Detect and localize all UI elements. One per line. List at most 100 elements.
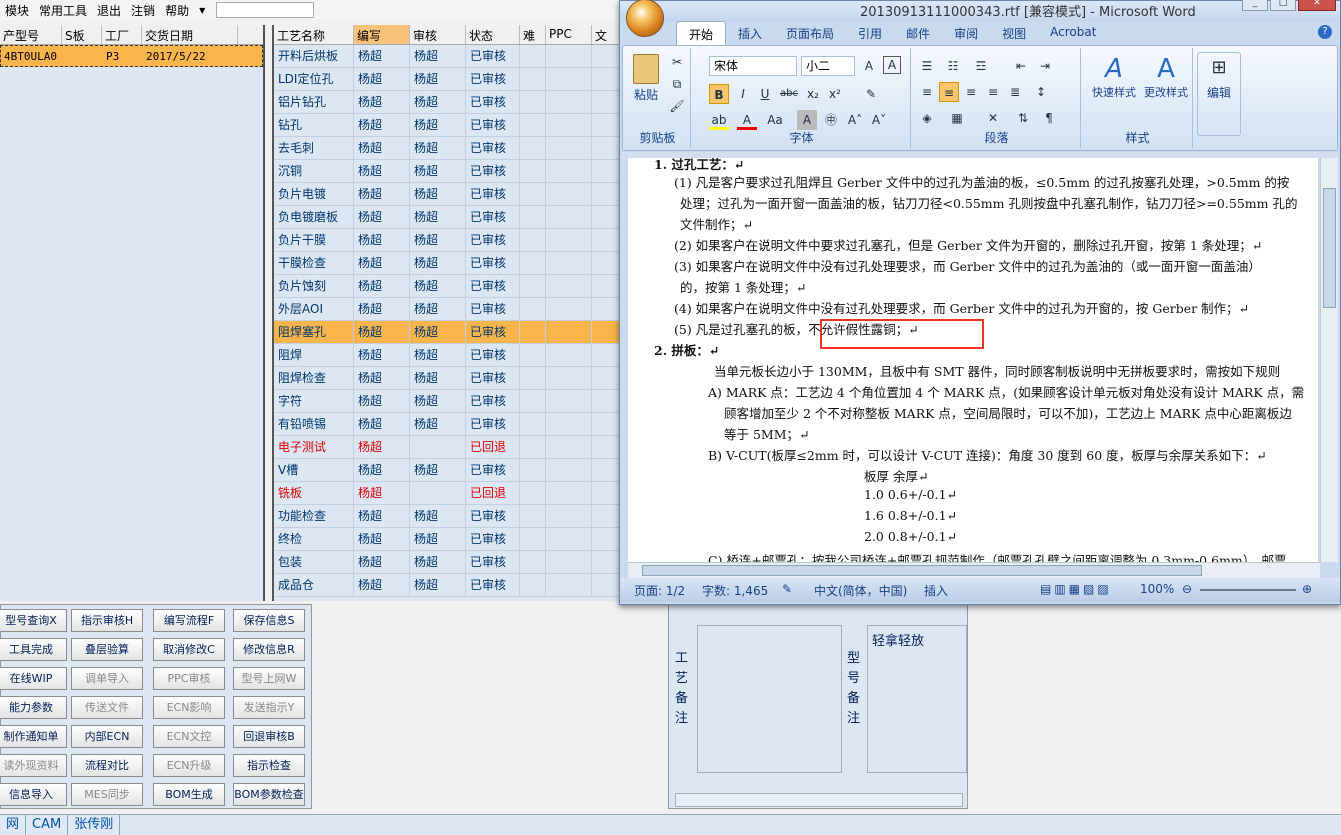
cut-icon[interactable]: ✂ xyxy=(667,52,687,72)
superscript-icon[interactable]: x² xyxy=(825,84,845,104)
font-color-icon[interactable]: A xyxy=(737,110,757,130)
table-row[interactable]: 阻焊塞孔 杨超 杨超 已审核 xyxy=(274,321,622,344)
menu-exit[interactable]: 退出 xyxy=(92,2,126,19)
shading-icon[interactable]: ◈ xyxy=(917,108,937,128)
word-count[interactable]: 字数: 1,465 xyxy=(702,582,768,599)
table-row[interactable]: 4BT0ULA0 P3 2017/5/22 xyxy=(0,45,263,67)
distribute-icon[interactable]: ≣ xyxy=(1005,82,1025,102)
col-status[interactable]: 状态 xyxy=(466,25,520,44)
format-painter-icon[interactable]: 🖌 xyxy=(667,96,687,116)
grow-font-icon[interactable]: A xyxy=(859,56,879,76)
table-row[interactable]: 有铅喷锡 杨超 杨超 已审核 xyxy=(274,413,622,436)
underline-icon[interactable]: U xyxy=(755,84,775,104)
action-button[interactable]: 指示审核H xyxy=(71,609,143,632)
bold-icon[interactable]: B xyxy=(709,84,729,104)
table-row[interactable]: LDI定位孔 杨超 杨超 已审核 xyxy=(274,68,622,91)
table-row[interactable]: 去毛刺 杨超 杨超 已审核 xyxy=(274,137,622,160)
action-button[interactable]: 内部ECN xyxy=(71,725,143,748)
help-icon[interactable]: ? xyxy=(1318,25,1332,39)
page-count[interactable]: 页面: 1/2 xyxy=(634,582,685,599)
menu-module[interactable]: 模块 xyxy=(0,2,34,19)
col-model[interactable]: 产型号 xyxy=(0,25,62,44)
action-button[interactable]: 型号查询X xyxy=(0,609,67,632)
table-row[interactable]: 字符 杨超 杨超 已审核 xyxy=(274,390,622,413)
close-icon[interactable]: ✕ xyxy=(1298,0,1336,11)
subscript-icon[interactable]: x₂ xyxy=(803,84,823,104)
italic-icon[interactable]: I xyxy=(733,84,753,104)
action-button[interactable]: ECN升级 xyxy=(153,754,225,777)
copy-icon[interactable]: ⧉ xyxy=(667,74,687,94)
table-row[interactable]: 负片干膜 杨超 杨超 已审核 xyxy=(274,229,622,252)
tab-references[interactable]: 引用 xyxy=(846,21,894,45)
zoom-slider[interactable] xyxy=(1200,589,1296,591)
tab-layout[interactable]: 页面布局 xyxy=(774,21,846,45)
action-button[interactable]: 流程对比 xyxy=(71,754,143,777)
col-doc[interactable]: 文 xyxy=(592,25,622,44)
tab-acrobat[interactable]: Acrobat xyxy=(1038,21,1108,45)
action-button[interactable]: 型号上网W xyxy=(233,667,305,690)
char-border-icon[interactable]: A xyxy=(883,56,901,74)
bullets-icon[interactable]: ☰ xyxy=(917,56,937,76)
table-row[interactable]: 负电镀磨板 杨超 杨超 已审核 xyxy=(274,206,622,229)
language[interactable]: 中文(简体，中国) xyxy=(814,582,907,599)
menu-tools[interactable]: 常用工具 xyxy=(34,2,92,19)
font-size-select[interactable]: 小二 xyxy=(801,56,855,76)
tab-home[interactable]: 开始 xyxy=(676,21,727,45)
table-row[interactable]: 终检 杨超 杨超 已审核 xyxy=(274,528,622,551)
group-editing[interactable]: ⊞ 编辑 xyxy=(1197,52,1241,136)
char-shading-icon[interactable]: A xyxy=(797,110,817,130)
highlight-icon[interactable]: ab xyxy=(709,110,729,130)
action-button[interactable]: 回退审核B xyxy=(233,725,305,748)
table-row[interactable]: 钻孔 杨超 杨超 已审核 xyxy=(274,114,622,137)
hscroll-thumb[interactable] xyxy=(642,565,1202,576)
justify-icon[interactable]: ≡ xyxy=(983,82,1003,102)
notes-hscroll[interactable] xyxy=(675,793,963,807)
tab-insert[interactable]: 插入 xyxy=(726,21,774,45)
show-marks-icon[interactable]: ¶ xyxy=(1039,108,1059,128)
col-difficulty[interactable]: 难 xyxy=(520,25,546,44)
multilevel-list-icon[interactable]: ☲ xyxy=(971,56,991,76)
table-row[interactable]: 外层AOI 杨超 杨超 已审核 xyxy=(274,298,622,321)
view-buttons-icon[interactable]: ▤▥▦▧▨ xyxy=(1040,582,1112,596)
numbering-icon[interactable]: ☷ xyxy=(943,56,963,76)
decrease-indent-icon[interactable]: ⇤ xyxy=(1011,56,1031,76)
col-factory[interactable]: 工厂 xyxy=(102,25,142,44)
vertical-scrollbar[interactable] xyxy=(1320,158,1338,562)
menu-help[interactable]: 帮助 xyxy=(160,2,194,19)
paste-button[interactable]: 粘贴 xyxy=(629,52,663,112)
zoom-in-icon[interactable]: ⊕ xyxy=(1302,582,1312,596)
table-row[interactable]: 负片电镀 杨超 杨超 已审核 xyxy=(274,183,622,206)
tab-mailings[interactable]: 邮件 xyxy=(894,21,942,45)
action-button[interactable]: 保存信息S xyxy=(233,609,305,632)
table-row[interactable]: 阻焊检查 杨超 杨超 已审核 xyxy=(274,367,622,390)
action-button[interactable]: BOM参数检查 xyxy=(233,783,305,806)
table-row[interactable]: 铝片钻孔 杨超 杨超 已审核 xyxy=(274,91,622,114)
font-name-select[interactable]: 宋体 xyxy=(709,56,797,76)
table-row[interactable]: 铣板 杨超 已回退 xyxy=(274,482,622,505)
table-row[interactable]: 功能检查 杨超 杨超 已审核 xyxy=(274,505,622,528)
document-page[interactable]: 1. 过孔工艺：↵ (1) 凡是客户要求过孔阻焊且 Gerber 文件中的过孔为盖… xyxy=(628,158,1318,562)
col-ppc[interactable]: PPC xyxy=(546,25,592,44)
action-button[interactable]: 传送文件 xyxy=(71,696,143,719)
action-button[interactable]: 在线WIP xyxy=(0,667,67,690)
menu-logout[interactable]: 注销 xyxy=(126,2,160,19)
action-button[interactable]: 调单导入 xyxy=(71,667,143,690)
chevron-down-icon[interactable]: ▼ xyxy=(194,6,210,15)
change-case-icon[interactable]: Aa xyxy=(765,110,785,130)
quick-styles-button[interactable]: A 快速样式 xyxy=(1089,54,1139,100)
tab-review[interactable]: 审阅 xyxy=(942,21,990,45)
table-row[interactable]: V槽 杨超 杨超 已审核 xyxy=(274,459,622,482)
scroll-thumb[interactable] xyxy=(1323,188,1336,308)
proofing-icon[interactable]: ✎ xyxy=(782,582,792,596)
asian-layout-icon[interactable]: ✕ xyxy=(983,108,1003,128)
action-button[interactable]: 能力参数 xyxy=(0,696,67,719)
model-note-field[interactable]: 轻拿轻放 xyxy=(867,625,967,773)
change-styles-button[interactable]: A 更改样式 xyxy=(1141,54,1191,100)
borders-icon[interactable]: ▦ xyxy=(947,108,967,128)
sort-icon[interactable]: ⇅ xyxy=(1013,108,1033,128)
clear-format-icon[interactable]: ✎ xyxy=(861,84,881,104)
process-note-field[interactable] xyxy=(697,625,842,773)
maximize-icon[interactable]: □ xyxy=(1270,0,1296,11)
increase-indent-icon[interactable]: ⇥ xyxy=(1035,56,1055,76)
action-button[interactable]: ECN影响 xyxy=(153,696,225,719)
